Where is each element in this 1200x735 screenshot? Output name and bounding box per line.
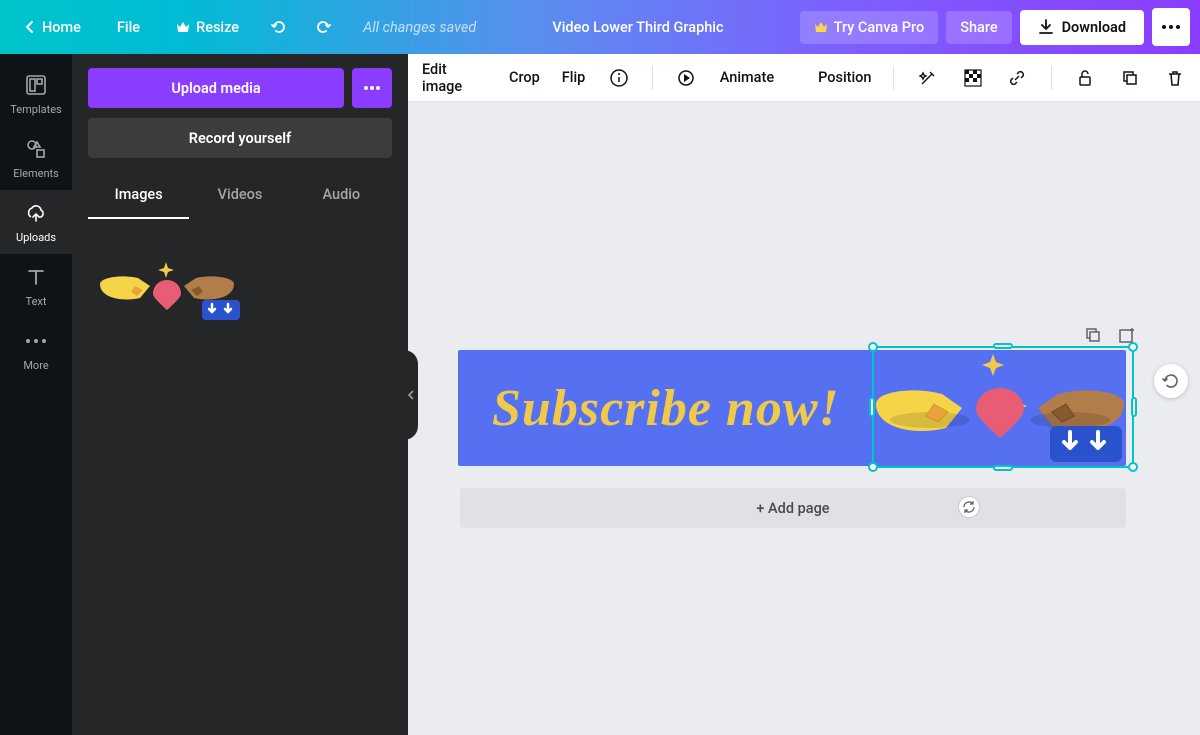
resize-handle-s[interactable] (993, 465, 1013, 471)
info-icon (609, 68, 629, 88)
wand-icon (918, 68, 938, 88)
tab-audio[interactable]: Audio (291, 176, 392, 219)
chevron-left-icon (24, 21, 36, 33)
resize-handle-ne[interactable] (1128, 342, 1138, 352)
elements-icon (24, 137, 48, 161)
upload-options-button[interactable] (352, 68, 392, 108)
resize-handle-nw[interactable] (868, 342, 878, 352)
resize-handle-n[interactable] (993, 343, 1013, 349)
animate-icon-button[interactable] (675, 66, 698, 90)
rail-text[interactable]: Text (0, 254, 72, 318)
tab-videos[interactable]: Videos (189, 176, 290, 219)
upload-media-button[interactable]: Upload media (88, 68, 344, 108)
sync-icon (962, 500, 976, 514)
copy-icon (1121, 69, 1139, 87)
sync-indicator[interactable] (958, 496, 980, 518)
dots-horizontal-icon (364, 86, 380, 90)
more-menu-button[interactable] (1152, 8, 1190, 46)
undo-button[interactable] (261, 9, 297, 45)
animate-button[interactable]: Animate (720, 69, 774, 86)
crown-icon (176, 21, 190, 33)
link-icon (1007, 68, 1027, 88)
fist-bump-graphic-icon (90, 252, 244, 322)
undo-icon (270, 18, 288, 36)
dots-horizontal-icon (24, 329, 48, 353)
save-status: All changes saved (363, 19, 476, 36)
trash-icon (1166, 69, 1184, 87)
crown-icon (814, 21, 828, 33)
share-button[interactable]: Share (946, 11, 1011, 44)
edit-image-button[interactable]: Edit image (422, 61, 487, 95)
resize-handle-w[interactable] (869, 397, 875, 417)
rotate-icon (1162, 372, 1180, 390)
animate-icon (676, 68, 696, 88)
lock-icon (1076, 69, 1094, 87)
redo-icon (314, 18, 332, 36)
duplicate-button[interactable] (1118, 66, 1141, 90)
uploads-icon (24, 201, 48, 225)
divider (1051, 66, 1052, 90)
context-toolbar: Edit image Crop Flip Animate Position (408, 54, 1200, 102)
tab-images[interactable]: Images (88, 176, 189, 219)
resize-handle-e[interactable] (1131, 397, 1137, 417)
download-button[interactable]: Download (1020, 10, 1144, 45)
rail-templates[interactable]: Templates (0, 62, 72, 126)
lock-button[interactable] (1074, 66, 1097, 90)
home-label: Home (42, 19, 81, 36)
record-yourself-button[interactable]: Record yourself (88, 118, 392, 158)
copy-icon (1084, 326, 1102, 344)
resize-button[interactable]: Resize (162, 11, 253, 44)
uploads-panel: Upload media Record yourself Images Vide… (72, 54, 408, 735)
transparency-icon (964, 69, 982, 87)
rotate-button[interactable] (1154, 364, 1188, 398)
crop-button[interactable]: Crop (509, 69, 540, 86)
divider (652, 66, 653, 90)
download-icon (1038, 19, 1054, 35)
duplicate-page-button[interactable] (1084, 326, 1104, 346)
file-menu[interactable]: File (103, 11, 154, 44)
try-pro-button[interactable]: Try Canva Pro (800, 11, 939, 44)
info-button[interactable] (607, 66, 630, 90)
transparency-button[interactable] (961, 66, 984, 90)
templates-icon (24, 73, 48, 97)
main-layout: Templates Elements Uploads Text More (0, 54, 1200, 735)
app-header: Home File Resize All changes saved Video… (0, 0, 1200, 54)
text-icon (24, 265, 48, 289)
rail-more[interactable]: More (0, 318, 72, 382)
resize-handle-se[interactable] (1128, 462, 1138, 472)
link-button[interactable] (1006, 66, 1029, 90)
resize-handle-sw[interactable] (868, 462, 878, 472)
position-button[interactable]: Position (818, 69, 871, 86)
canvas-text[interactable]: Subscribe now! (492, 379, 840, 438)
dots-horizontal-icon (1162, 25, 1180, 29)
add-page-bar[interactable]: + Add page (460, 488, 1126, 528)
selection-box[interactable] (872, 346, 1134, 468)
redo-button[interactable] (305, 9, 341, 45)
effects-button[interactable] (916, 66, 939, 90)
canvas-area: Edit image Crop Flip Animate Position (408, 54, 1200, 735)
upload-tabs: Images Videos Audio (88, 176, 392, 219)
rail-uploads[interactable]: Uploads (0, 190, 72, 254)
rail-elements[interactable]: Elements (0, 126, 72, 190)
home-button[interactable]: Home (10, 11, 95, 44)
document-title[interactable]: Video Lower Third Graphic (552, 19, 723, 36)
delete-button[interactable] (1163, 66, 1186, 90)
left-rail: Templates Elements Uploads Text More (0, 54, 72, 735)
upload-thumbnail[interactable] (90, 247, 244, 327)
divider (893, 66, 894, 90)
flip-button[interactable]: Flip (562, 69, 586, 86)
stage[interactable]: Subscribe now! (408, 102, 1200, 735)
